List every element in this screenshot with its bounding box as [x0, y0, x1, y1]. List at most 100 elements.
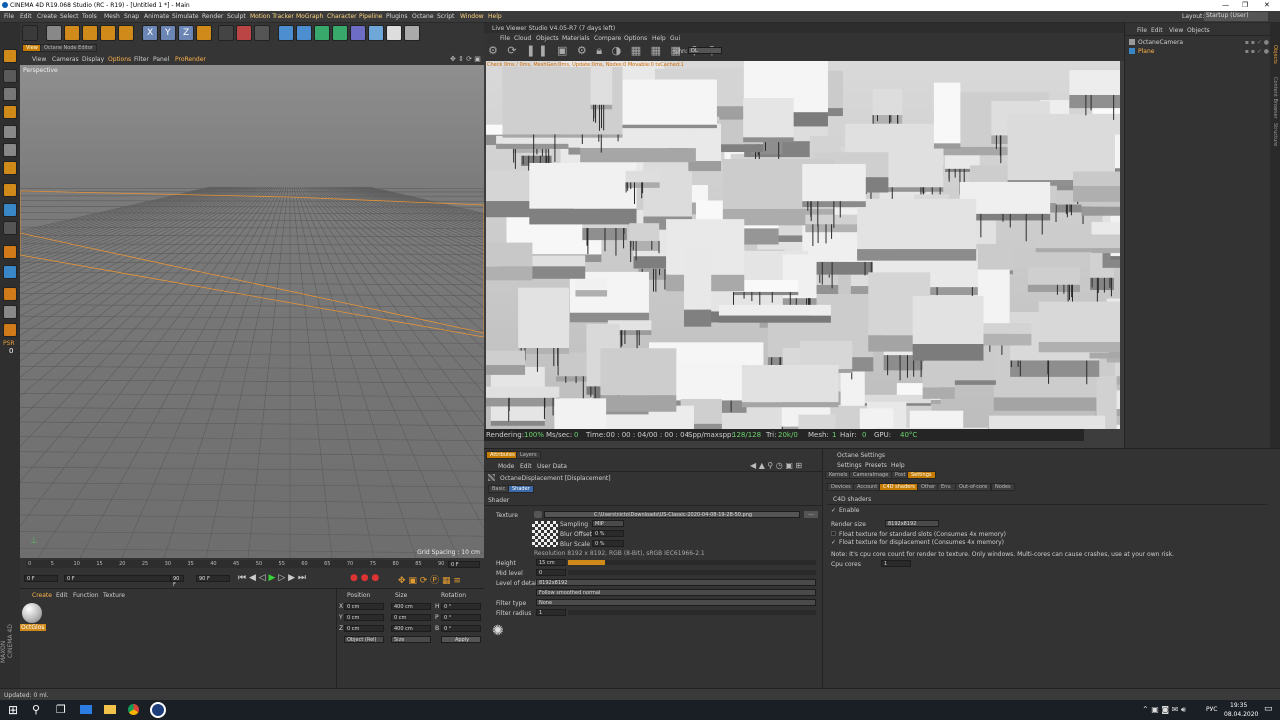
end-frame-field[interactable]: 90 F — [196, 575, 230, 582]
coordinate-system-button[interactable] — [196, 25, 212, 41]
rot-p-field[interactable]: 0 ° — [441, 614, 481, 621]
menu-sculpt[interactable]: Sculpt — [227, 13, 246, 20]
render-view-button[interactable] — [218, 25, 234, 41]
lv-menu-file[interactable]: File — [500, 35, 510, 42]
channel-dropdown[interactable]: DL — [688, 47, 722, 54]
rotate-tool-button[interactable] — [100, 25, 116, 41]
record-buttons[interactable]: ● ● ● — [350, 573, 379, 583]
obj-menu-file[interactable]: File — [1137, 27, 1147, 34]
tab-structure[interactable]: Structure — [1272, 123, 1278, 146]
start-frame-field[interactable]: 0 F — [24, 575, 58, 582]
oct-subtab-devices[interactable]: Devices — [827, 483, 855, 491]
lock-workplane-icon[interactable] — [3, 245, 17, 259]
menu-mesh[interactable]: Mesh — [104, 13, 120, 20]
menu-animate[interactable]: Animate — [144, 13, 169, 20]
vp-menu-prorender[interactable]: ProRender — [175, 56, 206, 63]
filter-radius-slider[interactable] — [568, 610, 816, 615]
subtab-basic[interactable]: Basic — [488, 485, 510, 493]
attr-menu-userdata[interactable]: User Data — [537, 463, 567, 470]
transport-controls[interactable]: ⏮ ◀ ◁ ▶ ▷ ▶ ⏭ — [238, 573, 306, 583]
subdivision-icon[interactable] — [314, 25, 330, 41]
size-y-field[interactable]: 0 cm — [391, 614, 431, 621]
key-buttons[interactable]: ✥ ▣ ⟳ Ⓟ ▦ ≡ — [398, 573, 461, 586]
texture-link-button[interactable] — [534, 511, 542, 518]
apply-button[interactable]: Apply — [441, 636, 481, 643]
tab-objects[interactable]: Objects — [1272, 45, 1278, 64]
oct-menu-presets[interactable]: Presets — [865, 462, 887, 469]
pos-x-field[interactable]: 0 cm — [344, 603, 384, 610]
float-standard-checkbox[interactable] — [831, 531, 836, 536]
attr-menu-edit[interactable]: Edit — [520, 463, 532, 470]
texture-path-field[interactable]: C:\Users\nicto\Downloads\US-Classic-2020… — [544, 511, 800, 518]
clock-time[interactable]: 19:35 — [1230, 702, 1247, 709]
deformer-icon[interactable] — [350, 25, 366, 41]
lv-menu-gui[interactable]: Gui — [670, 35, 680, 42]
live-render-view[interactable]: Check 0ms / 0ms, MeshGen:0ms, Update:0ms… — [486, 61, 1120, 429]
height-field[interactable]: 15 cm — [536, 559, 566, 566]
texture-mode-icon[interactable] — [3, 87, 17, 101]
lod-dropdown[interactable]: 8192x8192 — [536, 579, 816, 586]
recent-tools-button[interactable] — [118, 25, 134, 41]
cpu-cores-field[interactable]: 1 — [881, 560, 911, 567]
timeline-end-frame[interactable]: 0 F — [448, 561, 480, 568]
menu-snap[interactable]: Snap — [124, 13, 139, 20]
lv-menu-cloud[interactable]: Cloud — [514, 35, 531, 42]
enable-axis-icon[interactable] — [3, 305, 17, 319]
lv-menu-options[interactable]: Options — [624, 35, 647, 42]
snap-icon[interactable] — [3, 221, 17, 235]
points-mode-icon[interactable] — [3, 125, 17, 139]
notification-icon[interactable]: ▭ — [1264, 704, 1273, 714]
size-mode-dropdown[interactable]: Size — [391, 636, 431, 643]
obj-menu-objects[interactable]: Objects — [1187, 27, 1210, 34]
attr-nav-icons[interactable]: ◀ ▲ ⚲ ◷ ▣ ⊞ — [750, 461, 802, 470]
light-icon[interactable] — [404, 25, 420, 41]
cinema4d-taskbar-icon[interactable] — [150, 702, 166, 718]
redo-button[interactable] — [22, 25, 38, 41]
menu-octane[interactable]: Octane — [412, 13, 434, 20]
axis-mode-icon[interactable] — [3, 183, 17, 197]
viewport-solo-icon[interactable] — [3, 323, 17, 337]
edges-mode-icon[interactable] — [3, 143, 17, 157]
vp-menu-view[interactable]: View — [32, 56, 46, 63]
rot-h-field[interactable]: 0 ° — [441, 603, 481, 610]
coord-mode-dropdown[interactable]: Object (Rel) — [344, 636, 384, 643]
chrome-icon[interactable] — [128, 704, 139, 715]
render-picture-viewer-button[interactable] — [236, 25, 252, 41]
midlevel-slider[interactable] — [568, 570, 816, 575]
explorer-icon[interactable] — [104, 705, 116, 714]
obj-menu-view[interactable]: View — [1169, 27, 1183, 34]
vp-menu-display[interactable]: Display — [82, 56, 104, 63]
rot-b-field[interactable]: 0 ° — [441, 625, 481, 632]
windows-start-icon[interactable]: ⊞ — [8, 703, 18, 717]
move-tool-button[interactable] — [64, 25, 80, 41]
menu-script[interactable]: Script — [437, 13, 454, 20]
menu-create[interactable]: Create — [37, 13, 57, 20]
menu-motion-tracker[interactable]: Motion Tracker — [250, 13, 294, 20]
planar-workplane-icon[interactable] — [3, 265, 17, 279]
mat-menu-function[interactable]: Function — [73, 592, 99, 599]
workplane-icon[interactable] — [3, 105, 17, 119]
oct-subtab-account[interactable]: Account — [853, 483, 882, 491]
menu-edit[interactable]: Edit — [20, 13, 32, 20]
menu-pipeline[interactable]: Pipeline — [359, 13, 382, 20]
max-frame-field[interactable]: 90 F — [170, 575, 184, 588]
render-settings-button[interactable] — [254, 25, 270, 41]
vp-menu-filter[interactable]: Filter — [134, 56, 149, 63]
scale-tool-button[interactable] — [82, 25, 98, 41]
search-icon[interactable]: ⚲ — [32, 703, 40, 716]
float-displacement-checkbox[interactable]: ✓ — [831, 539, 836, 546]
lv-menu-objects[interactable]: Objects — [536, 35, 559, 42]
sampling-dropdown[interactable]: MIP — [592, 520, 624, 527]
viewport-nav-icons[interactable]: ✥ ⇕ ⟳ ▣ — [450, 55, 481, 63]
lv-menu-help[interactable]: Help — [652, 35, 666, 42]
floor-icon[interactable] — [368, 25, 384, 41]
filter-type-dropdown[interactable]: None — [536, 599, 816, 606]
y-axis-button[interactable]: Y — [160, 25, 176, 41]
polygons-mode-icon[interactable] — [3, 161, 17, 175]
filter-radius-field[interactable]: 1 — [536, 609, 566, 616]
mat-menu-texture[interactable]: Texture — [103, 592, 125, 599]
size-z-field[interactable]: 400 cm — [391, 625, 431, 632]
mat-menu-create[interactable]: Create — [32, 592, 52, 599]
oct-tab-cameraimage[interactable]: CameraImage — [849, 471, 893, 479]
lv-menu-compare[interactable]: Compare — [594, 35, 621, 42]
